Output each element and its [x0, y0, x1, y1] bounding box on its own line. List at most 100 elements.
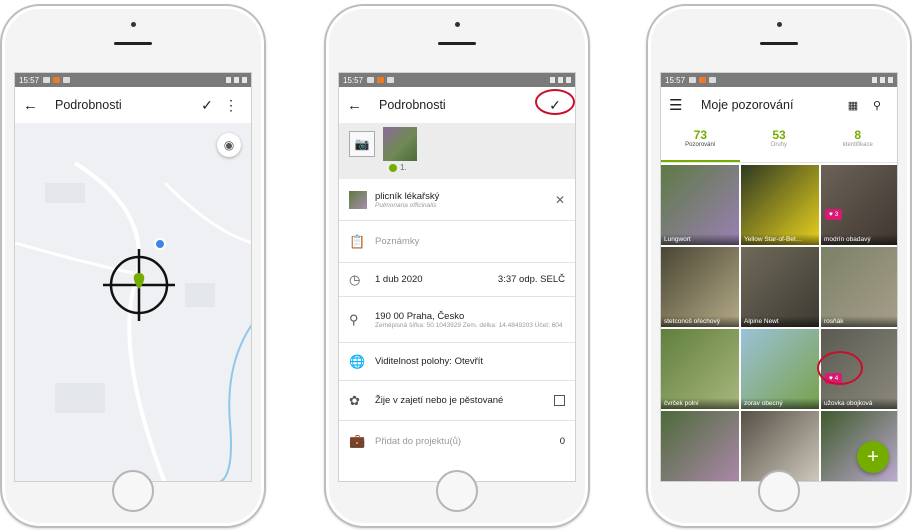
- observation-photo-thumbnail[interactable]: [383, 127, 417, 161]
- location-status-icon: [226, 77, 231, 83]
- phone-frame-1: 15:57 ← Podrobnosti ✓ ⋮ ◉: [0, 4, 266, 528]
- observation-tile[interactable]: čvrček polní: [661, 329, 739, 409]
- add-to-project[interactable]: Přidat do projektu(ů): [375, 436, 560, 447]
- image-notification-icon: [367, 77, 375, 83]
- status-indicators: [872, 77, 893, 83]
- crosshair-target-icon[interactable]: [15, 123, 252, 482]
- visibility-row[interactable]: 🌐 Viditelnost polohy: Otevřít: [339, 343, 575, 381]
- page-title: Podrobnosti: [55, 98, 122, 112]
- hamburger-menu-icon[interactable]: ☰: [669, 96, 691, 114]
- taxon-scientific-name: Pulmonaria officinalis: [375, 201, 437, 209]
- location-row[interactable]: ⚲ 190 00 Praha, Česko Zeměpisná šířka: 5…: [339, 297, 575, 343]
- cloud-notification-icon: [63, 77, 71, 83]
- plant-icon: ✿: [349, 392, 360, 408]
- location-title: 190 00 Praha, Česko: [375, 310, 465, 322]
- observation-tile[interactable]: zorav obecný: [741, 329, 819, 409]
- search-icon[interactable]: ⚲: [865, 99, 889, 112]
- identifications-label: Identifikace: [842, 142, 873, 148]
- map-pin-icon: ⚲: [349, 311, 359, 327]
- list-view-icon[interactable]: ▦: [841, 99, 865, 112]
- overflow-menu-icon[interactable]: ⋮: [219, 97, 243, 114]
- image-notification-icon: [689, 77, 697, 83]
- highlight-ring: [535, 89, 575, 115]
- page-title: Podrobnosti: [379, 98, 446, 112]
- project-count: 0: [559, 435, 565, 447]
- observation-caption: užovka obojková: [821, 398, 897, 409]
- home-button[interactable]: [436, 470, 478, 512]
- earpiece-speaker: [438, 42, 476, 45]
- front-camera: [777, 22, 782, 27]
- wifi-status-icon: [558, 77, 563, 83]
- observation-tile[interactable]: rosňák: [821, 247, 897, 327]
- location-text: 190 00 Praha, Česko Zeměpisná šířka: 50.…: [375, 311, 565, 329]
- projects-row[interactable]: 💼 Přidat do projektu(ů) 0: [339, 421, 575, 461]
- wifi-status-icon: [880, 77, 885, 83]
- captive-checkbox[interactable]: [554, 395, 565, 406]
- observations-grid: Lungwort Yellow Star-of-Bet… ♥ 3 modrín oba…: [661, 163, 897, 481]
- three-phone-composite: 15:57 ← Podrobnosti ✓ ⋮ ◉ 15:57 ← Podrob…: [0, 0, 912, 532]
- my-location-button[interactable]: ◉: [217, 133, 241, 157]
- screen-map: 15:57 ← Podrobnosti ✓ ⋮ ◉: [14, 72, 252, 482]
- home-button[interactable]: [112, 470, 154, 512]
- back-arrow-icon[interactable]: ←: [347, 97, 369, 114]
- back-arrow-icon[interactable]: ←: [23, 97, 45, 114]
- confirm-check-icon[interactable]: ✓: [195, 97, 219, 114]
- observation-caption: Red Odontites: [661, 480, 739, 481]
- notes-field[interactable]: Poznámky: [375, 236, 565, 247]
- observation-caption: rosňák: [821, 316, 897, 327]
- observation-caption: Lungwort: [661, 234, 739, 245]
- status-bar: 15:57: [661, 73, 897, 87]
- battery-status-icon: [566, 77, 571, 83]
- highlight-ring: [817, 351, 863, 385]
- observation-caption: stetconoš ořechový: [661, 316, 739, 327]
- taxon-common-name: plicník lékařský: [375, 190, 440, 202]
- location-status-icon: [872, 77, 877, 83]
- clock-icon: ◷: [349, 271, 361, 287]
- tab-identifications[interactable]: 8 Identifikace: [818, 123, 897, 162]
- status-time: 15:57: [19, 75, 40, 85]
- species-label: Druhy: [771, 142, 788, 148]
- observation-tile[interactable]: Yellow Star-of-Bet…: [741, 165, 819, 245]
- app-bar: ← Podrobnosti ✓ ⋮: [15, 87, 251, 123]
- app-notification-icon: [699, 77, 707, 83]
- battery-status-icon: [242, 77, 247, 83]
- phone-frame-2: 15:57 ← Podrobnosti ✓ 📷 1. plicník lékař…: [324, 4, 590, 528]
- home-button[interactable]: [758, 470, 800, 512]
- observation-caption: modrín obadavý: [821, 234, 897, 245]
- identifications-count: 8: [854, 128, 862, 142]
- observation-tile[interactable]: Alpine Newt: [741, 247, 819, 327]
- earpiece-speaker: [760, 42, 798, 45]
- briefcase-icon: 💼: [349, 433, 366, 448]
- species-count: 53: [772, 128, 786, 142]
- page-title: Moje pozorování: [701, 98, 794, 112]
- screen-details: 15:57 ← Podrobnosti ✓ 📷 1. plicník lékař…: [338, 72, 576, 482]
- observation-tile[interactable]: Red Odontites: [661, 411, 739, 481]
- location-visibility[interactable]: Viditelnost polohy: Otevřít: [375, 356, 565, 367]
- status-time: 15:57: [343, 75, 364, 85]
- captive-label: Žije v zajetí nebo je pěstované: [375, 395, 504, 406]
- tab-species[interactable]: 53 Druhy: [740, 123, 819, 162]
- phone-frame-3: 15:57 ☰ Moje pozorování ▦ ⚲ 73 Pozorován…: [646, 4, 912, 528]
- clear-taxon-icon[interactable]: ✕: [555, 193, 565, 207]
- add-observation-fab[interactable]: +: [857, 441, 889, 473]
- date-row[interactable]: ◷ 1 dub 2020 3:37 odp. SELČ: [339, 263, 575, 297]
- observation-caption: čvrček polní: [661, 398, 739, 409]
- add-photo-camera-icon[interactable]: 📷: [349, 131, 375, 157]
- time-value[interactable]: 3:37 odp. SELČ: [498, 274, 565, 285]
- captive-row[interactable]: ✿ Žije v zajetí nebo je pěstované: [339, 381, 575, 421]
- tab-observations[interactable]: 73 Pozorování: [661, 123, 740, 162]
- location-status-icon: [550, 77, 555, 83]
- observation-tile[interactable]: ♥ 3 modrín obadavý: [821, 165, 897, 245]
- front-camera: [455, 22, 460, 27]
- observation-caption: Yellow Star-of-Bet…: [741, 234, 819, 245]
- status-indicators: [550, 77, 571, 83]
- notes-row[interactable]: 📋 Poznámky: [339, 221, 575, 263]
- screen-observations: 15:57 ☰ Moje pozorování ▦ ⚲ 73 Pozorován…: [660, 72, 898, 482]
- observation-tile[interactable]: Lungwort: [661, 165, 739, 245]
- date-value[interactable]: 1 dub 2020: [375, 274, 498, 285]
- map-view[interactable]: ◉: [15, 123, 252, 482]
- photo-strip: 📷 1.: [339, 123, 575, 179]
- observation-caption: ocún jes…: [821, 480, 897, 481]
- observation-tile[interactable]: stetconoš ořechový: [661, 247, 739, 327]
- taxon-row[interactable]: plicník lékařský Pulmonaria officinalis …: [339, 179, 575, 221]
